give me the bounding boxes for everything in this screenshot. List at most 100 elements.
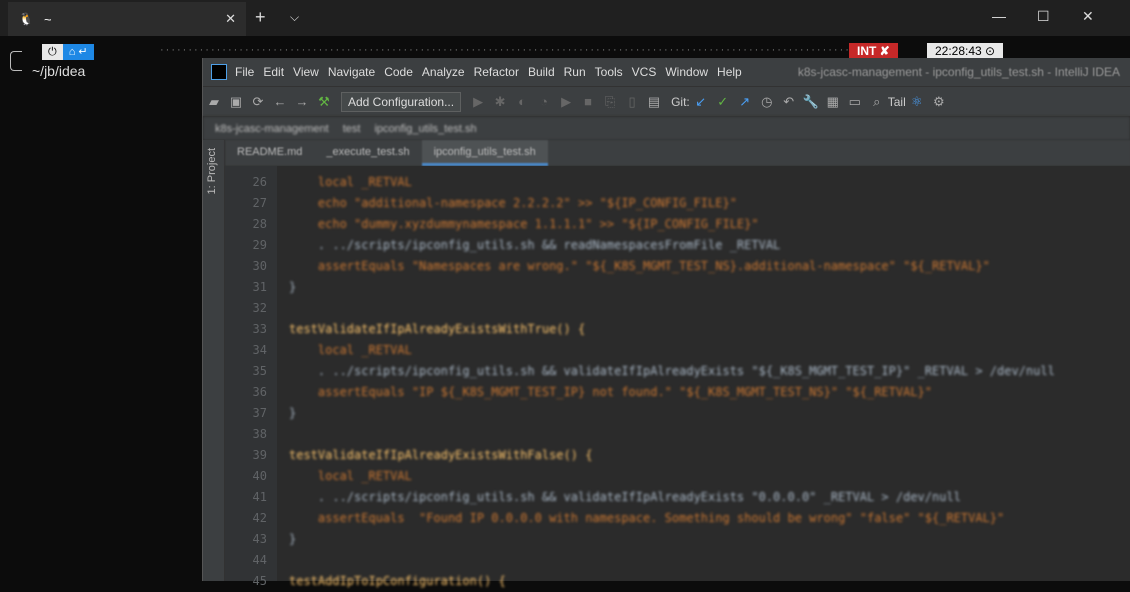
project-tool-tab[interactable]: 1: Project <box>206 148 218 194</box>
code-line: 45 testAddIpToIpConfiguration() { <box>225 571 1130 592</box>
os-segment: ⏻ <box>42 44 63 60</box>
back-icon[interactable]: ← <box>269 94 291 109</box>
intellij-window: File Edit View Navigate Code Analyze Ref… <box>202 58 1130 588</box>
line-number: 40 <box>252 469 267 483</box>
close-tab-icon[interactable]: ✕ <box>225 11 236 27</box>
terminal-tab[interactable]: 🐧 ~ ✕ <box>8 2 246 36</box>
line-number: 34 <box>252 343 267 357</box>
git-push-icon[interactable]: ↗ <box>734 94 756 110</box>
forward-icon[interactable]: → <box>291 94 313 109</box>
react-icon[interactable]: ⚛ <box>906 94 928 110</box>
stop-icon[interactable]: ■ <box>577 94 599 109</box>
save-icon[interactable]: ▣ <box>225 94 247 110</box>
tab-ipconfig-utils-test[interactable]: ipconfig_utils_test.sh <box>421 140 548 166</box>
menu-help[interactable]: Help <box>717 65 742 79</box>
menu-analyze[interactable]: Analyze <box>422 65 465 79</box>
add-configuration-button[interactable]: Add Configuration... <box>341 91 462 112</box>
git-commit-icon[interactable]: ✓ <box>712 94 734 110</box>
profile-icon[interactable]: ◔ <box>533 94 555 109</box>
code-text: . ../scripts/ipconfig_utils.sh && valida… <box>289 364 1055 378</box>
maximize-button[interactable]: ☐ <box>1037 8 1050 25</box>
attach-icon[interactable]: ⎘ <box>599 94 621 110</box>
close-window-button[interactable]: ✕ <box>1082 8 1094 25</box>
line-number: 42 <box>252 511 267 525</box>
code-text: } <box>289 532 297 546</box>
line-number: 41 <box>252 490 267 504</box>
line-number: 37 <box>252 406 267 420</box>
terminal-icon[interactable]: ▭ <box>844 94 866 110</box>
coverage-icon[interactable]: ◐ <box>511 94 533 109</box>
history-icon[interactable]: ◷ <box>756 94 778 110</box>
prompt-filler: ········································… <box>160 44 885 56</box>
build-hammer-icon[interactable]: ⚒ <box>313 94 335 110</box>
settings-wrench-icon[interactable]: 🔧 <box>800 94 822 110</box>
sync-icon[interactable]: ⟳ <box>247 94 269 110</box>
line-number: 44 <box>252 553 267 567</box>
line-number: 33 <box>252 322 267 336</box>
project-structure-icon[interactable]: ▤ <box>643 94 665 110</box>
linux-penguin-icon: 🐧 <box>18 12 34 26</box>
menu-build[interactable]: Build <box>528 65 555 79</box>
device-icon[interactable]: ▯ <box>621 94 643 110</box>
code-text: assertEquals "Namespaces are wrong." "${… <box>289 259 990 273</box>
line-number: 35 <box>252 364 267 378</box>
breadcrumb-project[interactable]: k8s-jcasc-management <box>215 123 329 135</box>
line-number: 45 <box>252 574 267 588</box>
intellij-logo-icon <box>211 64 227 80</box>
line-number: 43 <box>252 532 267 546</box>
code-text: echo "dummy.xyzdummynamespace 1.1.1.1" >… <box>289 217 759 231</box>
search-icon[interactable]: ⌕ <box>866 94 888 110</box>
line-number: 31 <box>252 280 267 294</box>
new-tab-button[interactable]: + <box>255 8 266 26</box>
code-line: 41 . ../scripts/ipconfig_utils.sh && val… <box>225 487 1130 508</box>
git-update-icon[interactable]: ↙ <box>690 94 712 110</box>
menu-code[interactable]: Code <box>384 65 413 79</box>
tab-readme[interactable]: README.md <box>225 140 314 166</box>
git-label: Git: <box>671 94 690 109</box>
resume-icon[interactable]: ▶ <box>555 94 577 110</box>
rollback-icon[interactable]: ↶ <box>778 94 800 110</box>
code-editor[interactable]: 26 local _RETVAL 27 echo "additional-name… <box>225 166 1130 588</box>
code-line: 34 local _RETVAL <box>225 340 1130 361</box>
code-line: 32 <box>225 298 1130 319</box>
menu-refactor[interactable]: Refactor <box>474 65 519 79</box>
line-number: 38 <box>252 427 267 441</box>
window-title: k8s-jcasc-management - ipconfig_utils_te… <box>797 65 1120 79</box>
code-line: 44 <box>225 550 1130 571</box>
code-line: 31} <box>225 277 1130 298</box>
open-folder-icon[interactable]: ▰ <box>203 94 225 110</box>
line-number: 39 <box>252 448 267 462</box>
menu-navigate[interactable]: Navigate <box>328 65 375 79</box>
menu-vcs[interactable]: VCS <box>632 65 657 79</box>
breadcrumb-file[interactable]: ipconfig_utils_test.sh <box>374 123 476 135</box>
code-line: 27 echo "additional-namespace 2.2.2.2" >… <box>225 193 1130 214</box>
gear-icon[interactable]: ⚙ <box>928 94 950 110</box>
menu-run[interactable]: Run <box>564 65 586 79</box>
code-line: 39 testValidateIfIpAlreadyExistsWithFalse… <box>225 445 1130 466</box>
line-number: 32 <box>252 301 267 315</box>
home-segment: ⌂ ↵ <box>62 44 94 60</box>
debug-icon[interactable]: ✱ <box>489 94 511 110</box>
tail-button[interactable]: Tail <box>888 95 906 109</box>
run-icon[interactable]: ▶ <box>467 94 489 110</box>
minimize-button[interactable]: — <box>992 8 1006 24</box>
menu-file[interactable]: File <box>235 65 254 79</box>
project-folder-icon[interactable]: ▦ <box>822 94 844 110</box>
code-line: 37} <box>225 403 1130 424</box>
tab-execute-test[interactable]: _execute_test.sh <box>314 140 421 166</box>
code-text: . ../scripts/ipconfig_utils.sh && valida… <box>289 490 961 504</box>
chevron-down-icon[interactable]: ⌵ <box>290 10 299 25</box>
terminal-titlebar: 🐧 ~ ✕ + ⌵ — ☐ ✕ <box>0 0 1130 36</box>
menu-edit[interactable]: Edit <box>263 65 284 79</box>
menu-window[interactable]: Window <box>665 65 708 79</box>
code-text: testValidateIfIpAlreadyExistsWithFalse()… <box>289 448 593 462</box>
menu-tools[interactable]: Tools <box>595 65 623 79</box>
prompt-bracket <box>10 51 22 71</box>
code-line: 26 local _RETVAL <box>225 172 1130 193</box>
current-directory: ~/jb/idea <box>32 63 86 79</box>
menu-view[interactable]: View <box>293 65 319 79</box>
menu-bar: File Edit View Navigate Code Analyze Ref… <box>203 58 1130 86</box>
breadcrumb-folder[interactable]: test <box>343 123 361 135</box>
main-toolbar: ▰ ▣ ⟳ ← → ⚒ Add Configuration... ▶ ✱ ◐ ◔… <box>203 86 1130 116</box>
code-text: local _RETVAL <box>289 469 412 483</box>
